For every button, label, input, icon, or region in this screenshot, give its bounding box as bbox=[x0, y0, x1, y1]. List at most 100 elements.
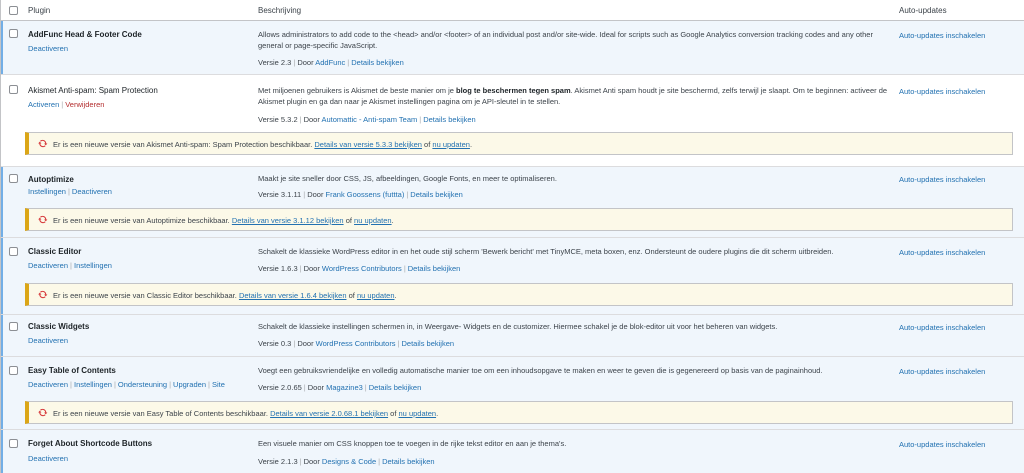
details-link[interactable]: Details bekijken bbox=[410, 190, 463, 199]
settings-link[interactable]: Instellingen bbox=[74, 261, 112, 270]
upgrade-link[interactable]: Upgraden bbox=[173, 380, 206, 389]
author-link[interactable]: Designs & Code bbox=[322, 457, 376, 466]
plugin-row-classic-editor: Classic Editor Deactiveren | Instellingen … bbox=[1, 238, 1024, 315]
version-details-link[interactable]: Details van versie 3.1.12 bekijken bbox=[232, 216, 344, 225]
column-plugin: Plugin bbox=[28, 6, 51, 15]
plugin-row-easy-toc: Easy Table of Contents Deactiveren | Inste… bbox=[1, 357, 1024, 430]
plugin-actions: Instellingen | Deactiveren bbox=[28, 187, 112, 196]
deactivate-link[interactable]: Deactiveren bbox=[28, 380, 68, 389]
update-notice: Er is een nieuwe versie van Easy Table o… bbox=[25, 401, 1013, 424]
details-link[interactable]: Details bekijken bbox=[402, 339, 455, 348]
plugin-row-forget-about-shortcode: Forget About Shortcode Buttons Deactiver… bbox=[1, 430, 1024, 473]
plugin-name: Classic Editor bbox=[28, 247, 82, 256]
author-link[interactable]: Magazine3 bbox=[326, 383, 363, 392]
deactivate-link[interactable]: Deactiveren bbox=[28, 261, 68, 270]
plugin-description: Voegt een gebruiksvriendelijke en volled… bbox=[258, 366, 823, 375]
details-link[interactable]: Details bekijken bbox=[369, 383, 422, 392]
plugin-actions: Deactiveren bbox=[28, 454, 68, 463]
plugins-table: Plugin Beschrijving Auto-updates AddFunc… bbox=[0, 0, 1024, 473]
author-link[interactable]: AddFunc bbox=[315, 58, 345, 67]
support-link[interactable]: Ondersteuning bbox=[118, 380, 167, 389]
details-link[interactable]: Details bekijken bbox=[382, 457, 435, 466]
update-now-link[interactable]: nu updaten bbox=[354, 216, 392, 225]
version-details-link[interactable]: Details van versie 5.3.3 bekijken bbox=[314, 140, 422, 149]
update-notice: Er is een nieuwe versie van Akismet Anti… bbox=[25, 132, 1013, 155]
deactivate-link[interactable]: Deactiveren bbox=[28, 336, 68, 345]
update-notice-text: Er is een nieuwe versie van Classic Edit… bbox=[53, 291, 397, 300]
update-icon bbox=[38, 139, 48, 148]
site-link[interactable]: Site bbox=[212, 380, 225, 389]
plugin-actions: Deactiveren | Instellingen bbox=[28, 261, 112, 270]
update-now-link[interactable]: nu updaten bbox=[357, 291, 395, 300]
plugin-checkbox[interactable] bbox=[9, 174, 18, 183]
plugin-checkbox[interactable] bbox=[9, 366, 18, 375]
author-link[interactable]: WordPress Contributors bbox=[322, 264, 402, 273]
deactivate-link[interactable]: Deactiveren bbox=[28, 454, 68, 463]
plugin-meta: Versie 2.1.3 | Door Designs & Code | Details… bbox=[258, 457, 435, 466]
column-description: Beschrijving bbox=[258, 6, 302, 15]
plugin-description: Allows administrators to add code to the… bbox=[258, 30, 873, 50]
details-link[interactable]: Details bekijken bbox=[423, 115, 476, 124]
column-autoupdates: Auto-updates bbox=[899, 6, 947, 15]
plugin-row-classic-widgets: Classic Widgets Deactiveren Schakelt de … bbox=[1, 315, 1024, 357]
plugin-meta: Versie 2.0.65 | Door Magazine3 | Details bek… bbox=[258, 383, 422, 392]
plugin-actions: Activeren | Verwijderen bbox=[28, 100, 105, 109]
update-notice: Er is een nieuwe versie van Classic Edit… bbox=[25, 283, 1013, 306]
update-icon bbox=[38, 290, 48, 299]
author-link[interactable]: WordPress Contributors bbox=[316, 339, 396, 348]
author-link[interactable]: Automattic - Anti-spam Team bbox=[322, 115, 418, 124]
update-now-link[interactable]: nu updaten bbox=[432, 140, 470, 149]
select-all-checkbox[interactable] bbox=[9, 6, 18, 15]
plugin-description: Met miljoenen gebruikers is Akismet de b… bbox=[258, 86, 888, 106]
activate-link[interactable]: Activeren bbox=[28, 100, 59, 109]
enable-autoupdates-link[interactable]: Auto-updates inschakelen bbox=[899, 367, 985, 376]
plugin-actions: Deactiveren | Instellingen | Ondersteuning | U… bbox=[28, 380, 225, 389]
deactivate-link[interactable]: Deactiveren bbox=[28, 44, 68, 53]
plugin-meta: Versie 3.1.11 | Door Frank Goossens (futtt… bbox=[258, 190, 463, 199]
plugin-name: Forget About Shortcode Buttons bbox=[28, 439, 153, 448]
plugin-row-autoptimize: Autoptimize Instellingen | Deactiveren Maa… bbox=[1, 167, 1024, 238]
version-details-link[interactable]: Details van versie 1.6.4 bekijken bbox=[239, 291, 347, 300]
plugin-checkbox[interactable] bbox=[9, 29, 18, 38]
plugin-description: Een visuele manier om CSS knoppen toe te… bbox=[258, 439, 567, 448]
plugin-meta: Versie 0.3 | Door WordPress Contributors | D… bbox=[258, 339, 455, 348]
update-icon bbox=[38, 408, 48, 417]
plugin-meta: Versie 5.3.2 | Door Automattic - Anti-spam… bbox=[258, 115, 476, 124]
author-link[interactable]: Frank Goossens (futtta) bbox=[326, 190, 405, 199]
enable-autoupdates-link[interactable]: Auto-updates inschakelen bbox=[899, 440, 985, 449]
details-link[interactable]: Details bekijken bbox=[408, 264, 461, 273]
update-icon bbox=[38, 215, 48, 224]
plugin-checkbox[interactable] bbox=[9, 247, 18, 256]
details-link[interactable]: Details bekijken bbox=[351, 58, 404, 67]
plugin-meta: Versie 1.6.3 | Door WordPress Contributors… bbox=[258, 264, 461, 273]
enable-autoupdates-link[interactable]: Auto-updates inschakelen bbox=[899, 323, 985, 332]
plugin-description: Schakelt de klassieke WordPress editor i… bbox=[258, 247, 834, 256]
plugin-description: Maakt je site sneller door CSS, JS, afbe… bbox=[258, 174, 557, 183]
plugin-name: Akismet Anti-spam: Spam Protection bbox=[28, 86, 158, 95]
update-notice-text: Er is een nieuwe versie van Easy Table o… bbox=[53, 409, 439, 418]
update-notice-text: Er is een nieuwe versie van Akismet Anti… bbox=[53, 140, 473, 149]
settings-link[interactable]: Instellingen bbox=[74, 380, 112, 389]
plugin-name: Autoptimize bbox=[28, 175, 74, 184]
plugin-row-addfunc: AddFunc Head & Footer Code Deactiveren A… bbox=[1, 21, 1024, 75]
update-notice-text: Er is een nieuwe versie van Autoptimize … bbox=[53, 216, 394, 225]
update-notice: Er is een nieuwe versie van Autoptimize … bbox=[25, 208, 1013, 231]
enable-autoupdates-link[interactable]: Auto-updates inschakelen bbox=[899, 248, 985, 257]
update-now-link[interactable]: nu updaten bbox=[399, 409, 437, 418]
plugin-actions: Deactiveren bbox=[28, 44, 68, 53]
plugin-name: Easy Table of Contents bbox=[28, 366, 116, 375]
plugin-description: Schakelt de klassieke instellingen scher… bbox=[258, 322, 778, 331]
plugin-actions: Deactiveren bbox=[28, 336, 68, 345]
plugin-checkbox[interactable] bbox=[9, 322, 18, 331]
version-details-link[interactable]: Details van versie 2.0.68.1 bekijken bbox=[270, 409, 388, 418]
table-header: Plugin Beschrijving Auto-updates bbox=[1, 0, 1024, 21]
plugin-name: Classic Widgets bbox=[28, 322, 90, 331]
deactivate-link[interactable]: Deactiveren bbox=[72, 187, 112, 196]
plugin-checkbox[interactable] bbox=[9, 85, 18, 94]
enable-autoupdates-link[interactable]: Auto-updates inschakelen bbox=[899, 31, 985, 40]
plugin-checkbox[interactable] bbox=[9, 439, 18, 448]
settings-link[interactable]: Instellingen bbox=[28, 187, 66, 196]
enable-autoupdates-link[interactable]: Auto-updates inschakelen bbox=[899, 87, 985, 96]
enable-autoupdates-link[interactable]: Auto-updates inschakelen bbox=[899, 175, 985, 184]
delete-link[interactable]: Verwijderen bbox=[65, 100, 104, 109]
